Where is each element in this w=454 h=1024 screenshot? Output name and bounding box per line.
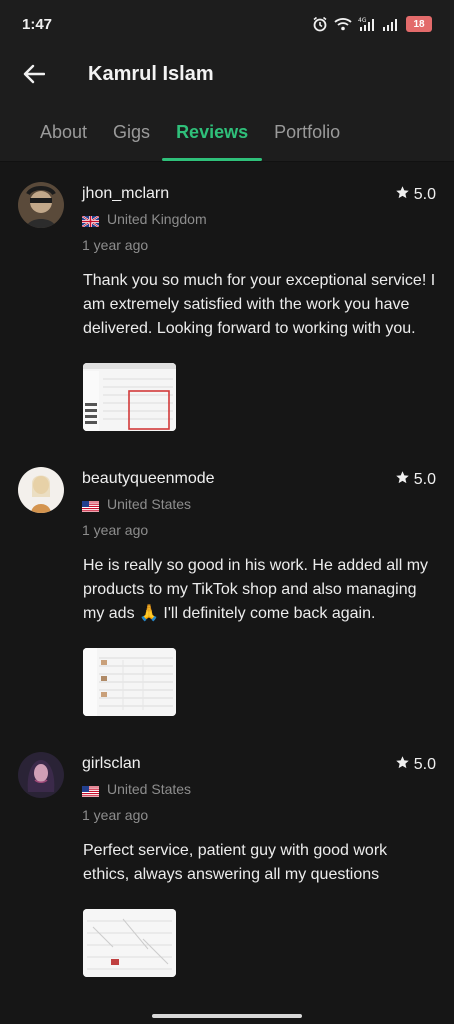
country-name: United Kingdom (107, 211, 207, 227)
star-icon (395, 755, 410, 775)
uk-flag-icon (81, 214, 100, 228)
review-item: girlsclan United States 1 year ago 5.0 P… (18, 716, 436, 977)
review-item: beautyqueenmode United States 1 year ago… (18, 431, 436, 716)
review-rating: 5.0 (395, 470, 436, 490)
tab-about[interactable]: About (40, 122, 87, 161)
status-icons: 4G 18 (312, 16, 432, 32)
review-country: United States (82, 496, 436, 512)
tab-portfolio[interactable]: Portfolio (274, 122, 340, 161)
tab-gigs[interactable]: Gigs (113, 122, 150, 161)
review-username[interactable]: jhon_mclarn (82, 185, 436, 203)
svg-text:4G: 4G (358, 17, 367, 24)
us-flag-icon (82, 499, 99, 512)
page-title: Kamrul Islam (88, 62, 214, 85)
review-attachment-image[interactable] (83, 648, 176, 716)
avatar[interactable] (18, 182, 64, 228)
avatar[interactable] (18, 752, 64, 798)
review-time: 1 year ago (82, 522, 149, 538)
back-arrow-icon[interactable] (20, 60, 48, 88)
review-text: Thank you so much for your exceptional s… (83, 272, 436, 337)
review-username[interactable]: beautyqueenmode (82, 470, 436, 488)
app-header: Kamrul Islam (0, 48, 454, 100)
avatar[interactable] (18, 467, 64, 513)
battery-icon: 18 (406, 16, 432, 32)
review-rating: 5.0 (395, 755, 436, 775)
wifi-icon (334, 17, 352, 31)
signal-icon-2 (382, 16, 398, 32)
review-attachment-image[interactable] (83, 363, 176, 431)
reviews-list: jhon_mclarn United Kingdom 1 year ago 5.… (0, 162, 454, 977)
signal-icon: 4G (358, 16, 376, 32)
us-flag-icon (82, 784, 99, 797)
alarm-icon (312, 16, 328, 32)
country-name: United States (107, 781, 192, 797)
review-item: jhon_mclarn United Kingdom 1 year ago 5.… (18, 162, 436, 431)
review-attachment-image[interactable] (83, 909, 176, 977)
country-name: United States (107, 496, 192, 512)
review-text: He is really so good in his work. He add… (83, 557, 429, 622)
review-country: United States (82, 781, 436, 797)
tab-bar: About Gigs Reviews Portfolio (0, 100, 454, 162)
review-text: Perfect service, patient guy with good w… (83, 842, 388, 883)
review-time: 1 year ago (82, 807, 149, 823)
home-indicator[interactable] (152, 1014, 302, 1018)
rating-value: 5.0 (413, 186, 436, 203)
review-rating: 5.0 (395, 185, 436, 205)
tab-reviews[interactable]: Reviews (162, 122, 263, 161)
status-time: 1:47 (22, 15, 53, 33)
star-icon (395, 470, 410, 490)
rating-value: 5.0 (413, 756, 436, 773)
review-username[interactable]: girlsclan (82, 755, 436, 773)
status-bar: 1:47 4G 18 (0, 0, 454, 48)
rating-value: 5.0 (413, 471, 436, 488)
review-time: 1 year ago (82, 237, 149, 253)
star-icon (395, 185, 410, 205)
review-country: United Kingdom (81, 211, 436, 228)
